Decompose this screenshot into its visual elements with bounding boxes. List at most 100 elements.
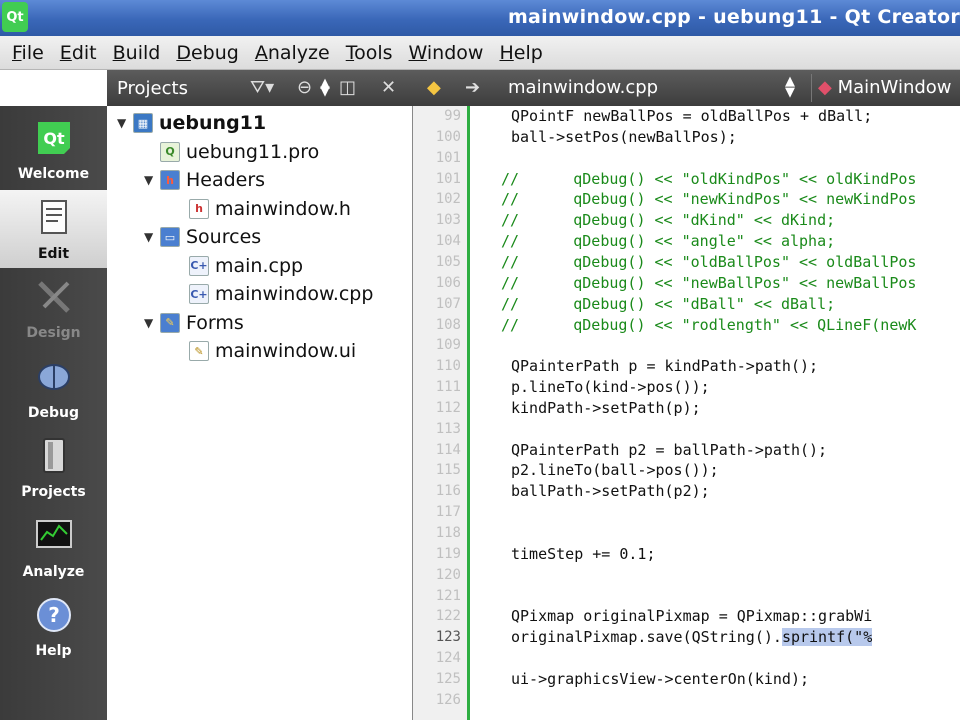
code-line[interactable]: // qDebug() << "rodlength" << QLineF(new… xyxy=(501,316,916,334)
pro-file-icon: Q xyxy=(160,141,180,162)
menu-window[interactable]: Window xyxy=(401,42,492,64)
menu-mnemonic: B xyxy=(112,41,126,64)
menu-mnemonic: D xyxy=(176,41,191,64)
line-number: 121 xyxy=(435,587,461,604)
tree-item-headers[interactable]: ▼ h Headers xyxy=(144,166,265,194)
expand-arrow-icon[interactable]: ▼ xyxy=(117,116,133,130)
mode-projects[interactable]: Projects xyxy=(0,428,107,506)
menu-build[interactable]: Build xyxy=(105,42,169,64)
code-line[interactable]: p.lineTo(kind->pos()); xyxy=(511,378,710,396)
expand-arrow-icon[interactable]: ▼ xyxy=(144,173,160,187)
projects-pane-header: Projects ▲ ▼ ⛛▾ ⊖ ◫ ✕ xyxy=(107,70,413,106)
headers-folder-icon: h xyxy=(160,170,180,190)
qt-app-icon[interactable]: Qt xyxy=(2,2,28,32)
code-line[interactable]: QPixmap originalPixmap = QPixmap::grabWi xyxy=(511,607,872,625)
project-tree: ▼ ▦ uebung11 Quebung11.pro ▼ h Headers h mainwin… xyxy=(107,106,413,720)
line-number: 116 xyxy=(435,483,461,500)
code-line[interactable]: // qDebug() << "dBall" << dBall; xyxy=(501,295,835,313)
expand-arrow-icon[interactable]: ▼ xyxy=(144,230,160,244)
line-number: 112 xyxy=(435,399,461,416)
line-number: 102 xyxy=(435,191,461,208)
code-line[interactable]: // qDebug() << "oldKindPos" << oldKindPo… xyxy=(501,170,916,188)
file-selector-arrows-icon[interactable]: ▲ ▼ xyxy=(785,75,795,99)
menu-mnemonic: A xyxy=(254,41,268,64)
line-number: 106 xyxy=(435,274,461,291)
projects-book-icon xyxy=(34,436,74,476)
code-line[interactable]: // qDebug() << "newBallPos" << newBallPo… xyxy=(501,274,916,292)
code-line[interactable]: p2.lineTo(ball->pos()); xyxy=(511,461,719,479)
line-number: 99 xyxy=(444,108,461,124)
code-line[interactable]: // qDebug() << "angle" << alpha; xyxy=(501,232,835,250)
tree-item-label: mainwindow.cpp xyxy=(215,283,374,305)
tree-item-sources[interactable]: ▼ ▭ Sources xyxy=(144,223,261,251)
close-icon[interactable]: ✕ xyxy=(381,77,396,98)
menu-mnemonic: F xyxy=(12,41,22,64)
tree-item-label: mainwindow.h xyxy=(215,197,351,220)
qt-logo-icon: Qt xyxy=(34,118,74,158)
code-line[interactable]: originalPixmap.save(QString().sprintf("% xyxy=(511,628,873,647)
tree-item-label: mainwindow.ui xyxy=(215,340,357,362)
symbol-selector[interactable]: ◆ MainWindow xyxy=(818,77,952,98)
code-editor[interactable]: QPointF newBallPos = oldBallPos + dBall;… xyxy=(471,106,960,720)
line-number: 124 xyxy=(435,650,461,667)
tree-item-forms[interactable]: ▼ ✎ Forms xyxy=(144,309,244,337)
back-arrow-icon[interactable]: ◆ xyxy=(427,77,441,98)
sync-link-icon[interactable]: ⊖ xyxy=(297,77,312,98)
line-number: 119 xyxy=(435,545,461,562)
menu-help[interactable]: Help xyxy=(491,42,550,64)
menu-file[interactable]: File xyxy=(4,42,52,64)
code-line[interactable]: // qDebug() << "dKind" << dKind; xyxy=(501,211,835,229)
mode-design[interactable]: Design xyxy=(0,269,107,347)
forward-arrow-icon[interactable]: ➔ xyxy=(465,77,480,98)
tree-item-label: Forms xyxy=(186,311,244,334)
mode-help[interactable]: ? Help xyxy=(0,587,107,665)
mode-selector: Qt Welcome Edit Design Debug Projects Analyze?… xyxy=(0,106,107,720)
code-line[interactable]: // qDebug() << "newKindPos" << newKindPo… xyxy=(501,190,916,208)
code-line[interactable]: timeStep += 0.1; xyxy=(511,545,656,563)
svg-text:Qt: Qt xyxy=(43,129,65,148)
line-number: 123 xyxy=(435,629,461,646)
tree-item-mainwindow-ui[interactable]: ✎ mainwindow.ui xyxy=(171,337,356,365)
design-tools-icon xyxy=(34,277,74,317)
expand-arrow-icon[interactable]: ▼ xyxy=(144,316,160,330)
menu-mnemonic: H xyxy=(499,41,514,64)
code-line[interactable]: ui->graphicsView->centerOn(kind); xyxy=(511,670,809,688)
tree-item-mainwindow-h[interactable]: h mainwindow.h xyxy=(171,195,351,223)
line-number: 100 xyxy=(435,128,461,145)
open-file-selector[interactable]: mainwindow.cpp xyxy=(508,77,658,98)
forms-folder-icon: ✎ xyxy=(160,312,180,333)
menu-analyze[interactable]: Analyze xyxy=(247,42,338,64)
mode-welcome[interactable]: Qt Welcome xyxy=(0,110,107,188)
mode-analyze[interactable]: Analyze xyxy=(0,508,107,586)
tree-item-uebung11-pro[interactable]: Quebung11.pro xyxy=(144,138,319,166)
tree-item-main-cpp[interactable]: C+ main.cpp xyxy=(171,252,303,280)
document-icon xyxy=(34,198,74,238)
menu-mnemonic: E xyxy=(59,41,72,64)
code-line[interactable]: // qDebug() << "oldBallPos" << oldBallPo… xyxy=(501,253,916,271)
tree-item-label: main.cpp xyxy=(215,254,304,277)
line-number: 115 xyxy=(435,462,461,479)
cpp-file-icon: C+ xyxy=(189,284,209,304)
filter-icon[interactable]: ⛛▾ xyxy=(250,77,274,98)
selector-arrows-icon[interactable]: ▲ ▼ xyxy=(320,77,330,98)
menu-edit[interactable]: Edit xyxy=(52,42,105,64)
code-line[interactable]: kindPath->setPath(p); xyxy=(511,399,701,417)
mode-edit[interactable]: Edit xyxy=(0,189,107,268)
tree-item-uebung11[interactable]: ▼ ▦ uebung11 xyxy=(117,109,266,137)
code-line[interactable]: ballPath->setPath(p2); xyxy=(511,482,710,500)
help-icon: ? xyxy=(34,595,74,635)
tree-item-mainwindow-cpp[interactable]: C+ mainwindow.cpp xyxy=(171,280,373,308)
line-number: 122 xyxy=(435,608,461,625)
code-line[interactable]: QPointF newBallPos = oldBallPos + dBall; xyxy=(511,107,872,125)
mode-label: Analyze xyxy=(22,563,85,580)
split-view-icon[interactable]: ◫ xyxy=(339,77,356,98)
menu-debug[interactable]: Debug xyxy=(168,42,247,64)
projects-view-selector[interactable]: Projects xyxy=(117,78,188,99)
mode-debug[interactable]: Debug xyxy=(0,349,107,427)
line-number: 108 xyxy=(435,316,461,333)
code-line[interactable]: QPainterPath p2 = ballPath->path(); xyxy=(511,441,827,459)
code-line[interactable]: ball->setPos(newBallPos); xyxy=(511,128,737,146)
menu-tools[interactable]: Tools xyxy=(338,42,401,64)
change-marker-bar xyxy=(467,106,470,720)
code-line[interactable]: QPainterPath p = kindPath->path(); xyxy=(511,357,818,375)
